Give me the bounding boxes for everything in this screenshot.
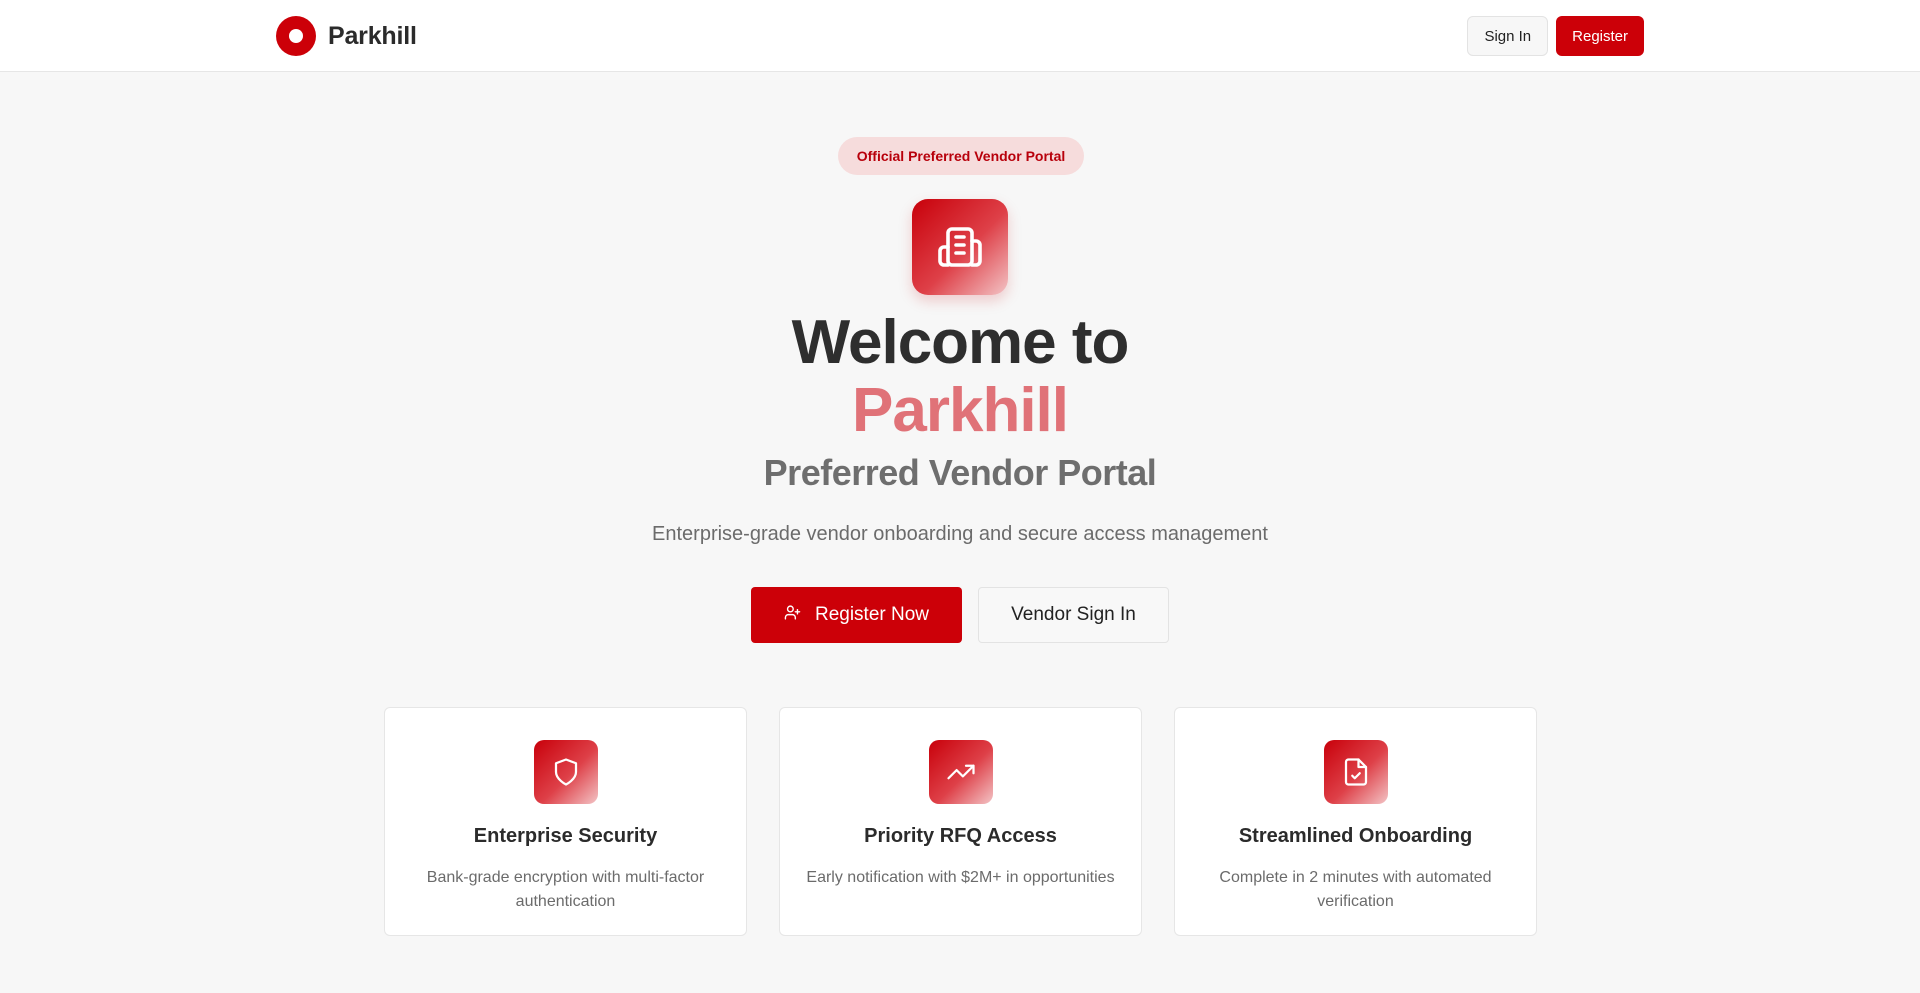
hero-title-welcome: Welcome to (791, 308, 1130, 377)
user-plus-icon (784, 604, 801, 627)
feature-title: Enterprise Security (473, 825, 658, 847)
brand[interactable]: Parkhill (276, 16, 417, 56)
feature-card-onboarding: Streamlined Onboarding Complete in 2 min… (1174, 707, 1537, 936)
sign-in-button[interactable]: Sign In (1467, 16, 1549, 56)
brand-name: Parkhill (328, 21, 417, 50)
feature-description: Complete in 2 minutes with automated ver… (1219, 869, 1492, 910)
feature-card-rfq: Priority RFQ Access Early notification w… (779, 707, 1142, 936)
top-navigation: Parkhill Sign In Register (0, 0, 1920, 72)
trending-up-icon (929, 740, 993, 804)
feature-title: Priority RFQ Access (864, 825, 1057, 847)
register-now-label: Register Now (814, 604, 930, 625)
portal-badge: Official Preferred Vendor Portal (838, 137, 1084, 175)
feature-description: Early notification with $2M+ in opportun… (806, 869, 1115, 886)
register-button[interactable]: Register (1556, 16, 1644, 56)
vendor-sign-in-button[interactable]: Vendor Sign In (978, 587, 1169, 643)
shield-icon (534, 740, 598, 804)
cta-row: Register Now Vendor Sign In (751, 587, 1169, 643)
file-check-icon (1324, 740, 1388, 804)
building-icon (912, 199, 1008, 295)
hero-title-brand: Parkhill (852, 376, 1069, 445)
hero-subtitle: Enterprise-grade vendor onboarding and s… (652, 523, 1268, 545)
feature-title: Streamlined Onboarding (1238, 825, 1473, 847)
feature-card-security: Enterprise Security Bank-grade encryptio… (384, 707, 747, 936)
register-now-button[interactable]: Register Now (751, 587, 962, 643)
feature-cards: Enterprise Security Bank-grade encryptio… (384, 707, 1537, 936)
nav-actions: Sign In Register (1467, 16, 1644, 56)
feature-description: Bank-grade encryption with multi-factor … (426, 869, 705, 910)
brand-logo-icon (276, 16, 316, 56)
hero-title-portal: Preferred Vendor Portal (763, 452, 1157, 493)
